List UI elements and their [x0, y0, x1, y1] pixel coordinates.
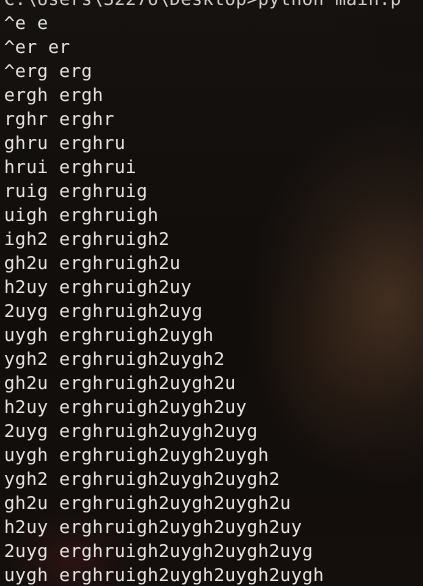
terminal-output-line: ergh ergh: [4, 85, 104, 106]
terminal-output-line: igh2 erghruigh2: [4, 229, 170, 250]
terminal-output-line: h2uy erghruigh2uygh2uygh2uy: [4, 517, 302, 538]
terminal-output-line: ^er er: [4, 37, 71, 58]
terminal-output-line: ^erg erg: [4, 61, 93, 82]
terminal-prompt-line: C:\Users\32276\Desktop>python main.p: [4, 0, 423, 12]
terminal-window[interactable]: C:\Users\32276\Desktop>python main.p ^e …: [0, 0, 423, 586]
terminal-output-line: ghru erghru: [4, 133, 126, 154]
terminal-output-line: gh2u erghruigh2uygh2u: [4, 373, 236, 394]
terminal-output-line: gh2u erghruigh2u: [4, 253, 181, 274]
terminal-output-line: ^e e: [4, 13, 49, 34]
terminal-output: C:\Users\32276\Desktop>python main.p ^e …: [4, 0, 423, 586]
terminal-output-line: hrui erghrui: [4, 157, 137, 178]
terminal-output-line: h2uy erghruigh2uygh2uy: [4, 397, 247, 418]
terminal-output-line: ygh2 erghruigh2uygh2uygh2: [4, 469, 280, 490]
terminal-output-line: ruig erghruig: [4, 181, 148, 202]
terminal-output-line: 2uyg erghruigh2uyg: [4, 301, 203, 322]
terminal-output-line: ygh2 erghruigh2uygh2: [4, 349, 225, 370]
terminal-output-line: uigh erghruigh: [4, 205, 159, 226]
terminal-output-line: h2uy erghruigh2uy: [4, 277, 192, 298]
terminal-output-line: gh2u erghruigh2uygh2uygh2u: [4, 493, 291, 514]
terminal-output-line: uygh erghruigh2uygh2uygh: [4, 445, 269, 466]
terminal-output-line: uygh erghruigh2uygh: [4, 325, 214, 346]
terminal-output-line: 2uyg erghruigh2uygh2uygh2uyg: [4, 541, 314, 562]
terminal-output-line: uygh erghruigh2uygh2uygh2uygh: [4, 565, 325, 586]
terminal-output-line: 2uyg erghruigh2uygh2uyg: [4, 421, 258, 442]
terminal-output-line: rghr erghr: [4, 109, 115, 130]
